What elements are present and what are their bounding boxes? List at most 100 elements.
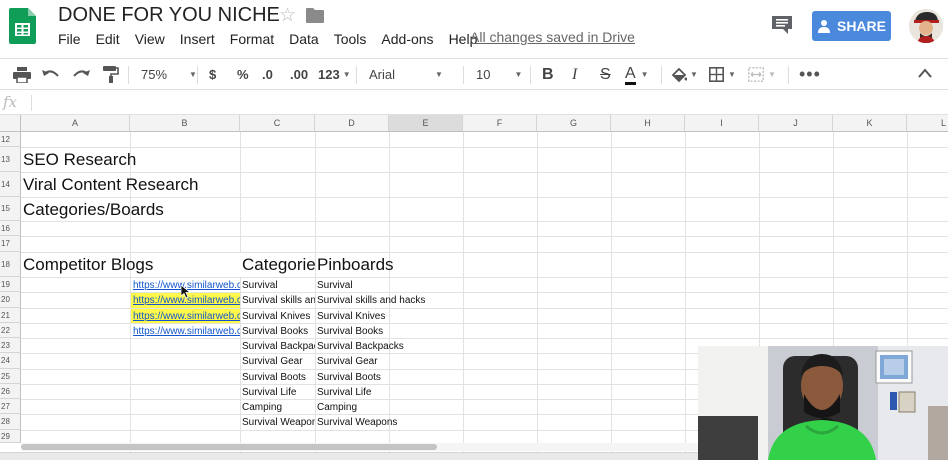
cell-c27[interactable]: Camping	[240, 400, 315, 414]
print-icon[interactable]	[13, 59, 31, 90]
cell-c25[interactable]: Survival Boots	[240, 370, 315, 384]
cell-a15[interactable]: Categories/Boards	[21, 198, 164, 221]
decrease-decimal-button[interactable]: .0	[262, 59, 273, 90]
user-avatar[interactable]	[909, 9, 943, 43]
menu-format[interactable]: Format	[230, 31, 274, 47]
merge-cells-icon[interactable]: ▼	[748, 59, 776, 90]
column-header-d[interactable]: D	[315, 115, 389, 132]
column-header-e[interactable]: E	[389, 115, 463, 132]
cell-c19[interactable]: Survival	[240, 278, 315, 292]
cell-c18[interactable]: Categories	[240, 253, 315, 277]
italic-button[interactable]: I	[572, 59, 577, 90]
column-header-a[interactable]: A	[21, 115, 130, 132]
menu-data[interactable]: Data	[289, 31, 319, 47]
cell-d24[interactable]: Survival Gear	[315, 354, 378, 369]
fill-color-icon[interactable]: ▼	[671, 59, 698, 90]
column-header-h[interactable]: H	[611, 115, 685, 132]
row-header-18[interactable]: 18	[0, 252, 21, 277]
cell-a14[interactable]: Viral Content Research	[21, 173, 198, 197]
column-header-c[interactable]: C	[240, 115, 315, 132]
cell-a18[interactable]: Competitor Blogs	[21, 253, 153, 277]
formula-bar: fx	[0, 91, 948, 115]
row-header-19[interactable]: 19	[0, 277, 21, 292]
collapse-menus-icon[interactable]	[918, 68, 932, 78]
cell-c26[interactable]: Survival Life	[240, 385, 315, 399]
row-header-15[interactable]: 15	[0, 197, 21, 221]
paint-format-icon[interactable]	[103, 59, 119, 90]
row-header-24[interactable]: 24	[0, 353, 21, 369]
row-header-27[interactable]: 27	[0, 399, 21, 414]
star-icon[interactable]: ☆	[279, 6, 296, 25]
cell-d21[interactable]: Survival Knives	[315, 309, 385, 323]
borders-icon[interactable]: ▼	[709, 59, 736, 90]
currency-format-button[interactable]: $	[209, 59, 216, 90]
font-family-select[interactable]: Arial ▼	[369, 59, 443, 90]
menu-view[interactable]: View	[135, 31, 165, 47]
bold-button[interactable]: B	[542, 59, 554, 90]
cell-b21-link[interactable]: https://www.similarweb.com/	[131, 309, 240, 323]
row-header-23[interactable]: 23	[0, 338, 21, 353]
row-header-13[interactable]: 13	[0, 147, 21, 172]
cell-c28[interactable]: Survival Weapons	[240, 415, 315, 430]
cell-d27[interactable]: Camping	[315, 400, 357, 414]
document-title[interactable]: DONE FOR YOU NICHE	[58, 4, 280, 27]
cell-d26[interactable]: Survival Life	[315, 385, 371, 399]
undo-icon[interactable]	[42, 59, 60, 90]
cell-a13[interactable]: SEO Research	[21, 148, 136, 172]
menu-tools[interactable]: Tools	[334, 31, 367, 47]
row-header-14[interactable]: 14	[0, 172, 21, 197]
menu-insert[interactable]: Insert	[180, 31, 215, 47]
share-button[interactable]: SHARE	[812, 11, 891, 41]
text-color-caret-icon: ▼	[640, 70, 649, 79]
save-status-link[interactable]: All changes saved in Drive	[470, 29, 635, 45]
cell-d20[interactable]: Survival skills and hacks	[315, 293, 425, 308]
column-header-l[interactable]: L	[907, 115, 948, 132]
percent-format-button[interactable]: %	[237, 59, 249, 90]
cell-b22-link[interactable]: https://www.similarweb.com/	[131, 324, 240, 338]
row-header-26[interactable]: 26	[0, 384, 21, 399]
row-header-25[interactable]: 25	[0, 369, 21, 384]
cell-c24[interactable]: Survival Gear	[240, 354, 315, 369]
number-format-caret-icon: ▼	[342, 70, 351, 79]
font-size-select[interactable]: 10 ▼	[476, 59, 522, 90]
row-header-12[interactable]: 12	[0, 132, 21, 147]
column-header-f[interactable]: F	[463, 115, 537, 132]
select-all-corner[interactable]	[0, 115, 21, 132]
row-header-22[interactable]: 22	[0, 323, 21, 338]
menu-file[interactable]: File	[58, 31, 81, 47]
cell-c21[interactable]: Survival Knives	[240, 309, 315, 323]
column-header-b[interactable]: B	[130, 115, 240, 132]
column-header-i[interactable]: I	[685, 115, 759, 132]
zoom-select[interactable]: 75% ▼	[141, 59, 197, 90]
cell-c20[interactable]: Survival skills and hacks	[240, 293, 315, 308]
cell-d25[interactable]: Survival Boots	[315, 370, 381, 384]
redo-icon[interactable]	[72, 59, 90, 90]
row-header-16[interactable]: 16	[0, 221, 21, 236]
strikethrough-button[interactable]: S	[600, 59, 611, 90]
horizontal-scrollbar-thumb[interactable]	[21, 444, 437, 450]
column-header-j[interactable]: J	[759, 115, 833, 132]
increase-decimal-button[interactable]: .00	[290, 59, 308, 90]
cell-d23[interactable]: Survival Backpacks	[315, 339, 404, 353]
row-header-21[interactable]: 21	[0, 308, 21, 323]
cell-d22[interactable]: Survival Books	[315, 324, 383, 338]
cell-d19[interactable]: Survival	[315, 278, 353, 292]
row-header-20[interactable]: 20	[0, 292, 21, 308]
folder-icon[interactable]	[306, 8, 324, 23]
cell-d18[interactable]: Pinboards	[315, 253, 394, 277]
google-sheets-logo-icon[interactable]	[9, 8, 36, 44]
text-color-button[interactable]: A ▼	[625, 59, 649, 90]
menu-addons[interactable]: Add-ons	[381, 31, 433, 47]
comments-icon[interactable]	[771, 15, 793, 35]
cell-d28[interactable]: Survival Weapons	[315, 415, 397, 430]
more-options-icon[interactable]: •••	[799, 59, 821, 90]
row-header-17[interactable]: 17	[0, 236, 21, 252]
cell-c23[interactable]: Survival Backpacks	[240, 339, 315, 353]
row-header-28[interactable]: 28	[0, 414, 21, 430]
number-format-select[interactable]: 123 ▼	[318, 59, 351, 90]
row-header-29[interactable]: 29	[0, 430, 21, 443]
column-header-g[interactable]: G	[537, 115, 611, 132]
menu-edit[interactable]: Edit	[96, 31, 120, 47]
cell-c22[interactable]: Survival Books	[240, 324, 315, 338]
column-header-k[interactable]: K	[833, 115, 907, 132]
